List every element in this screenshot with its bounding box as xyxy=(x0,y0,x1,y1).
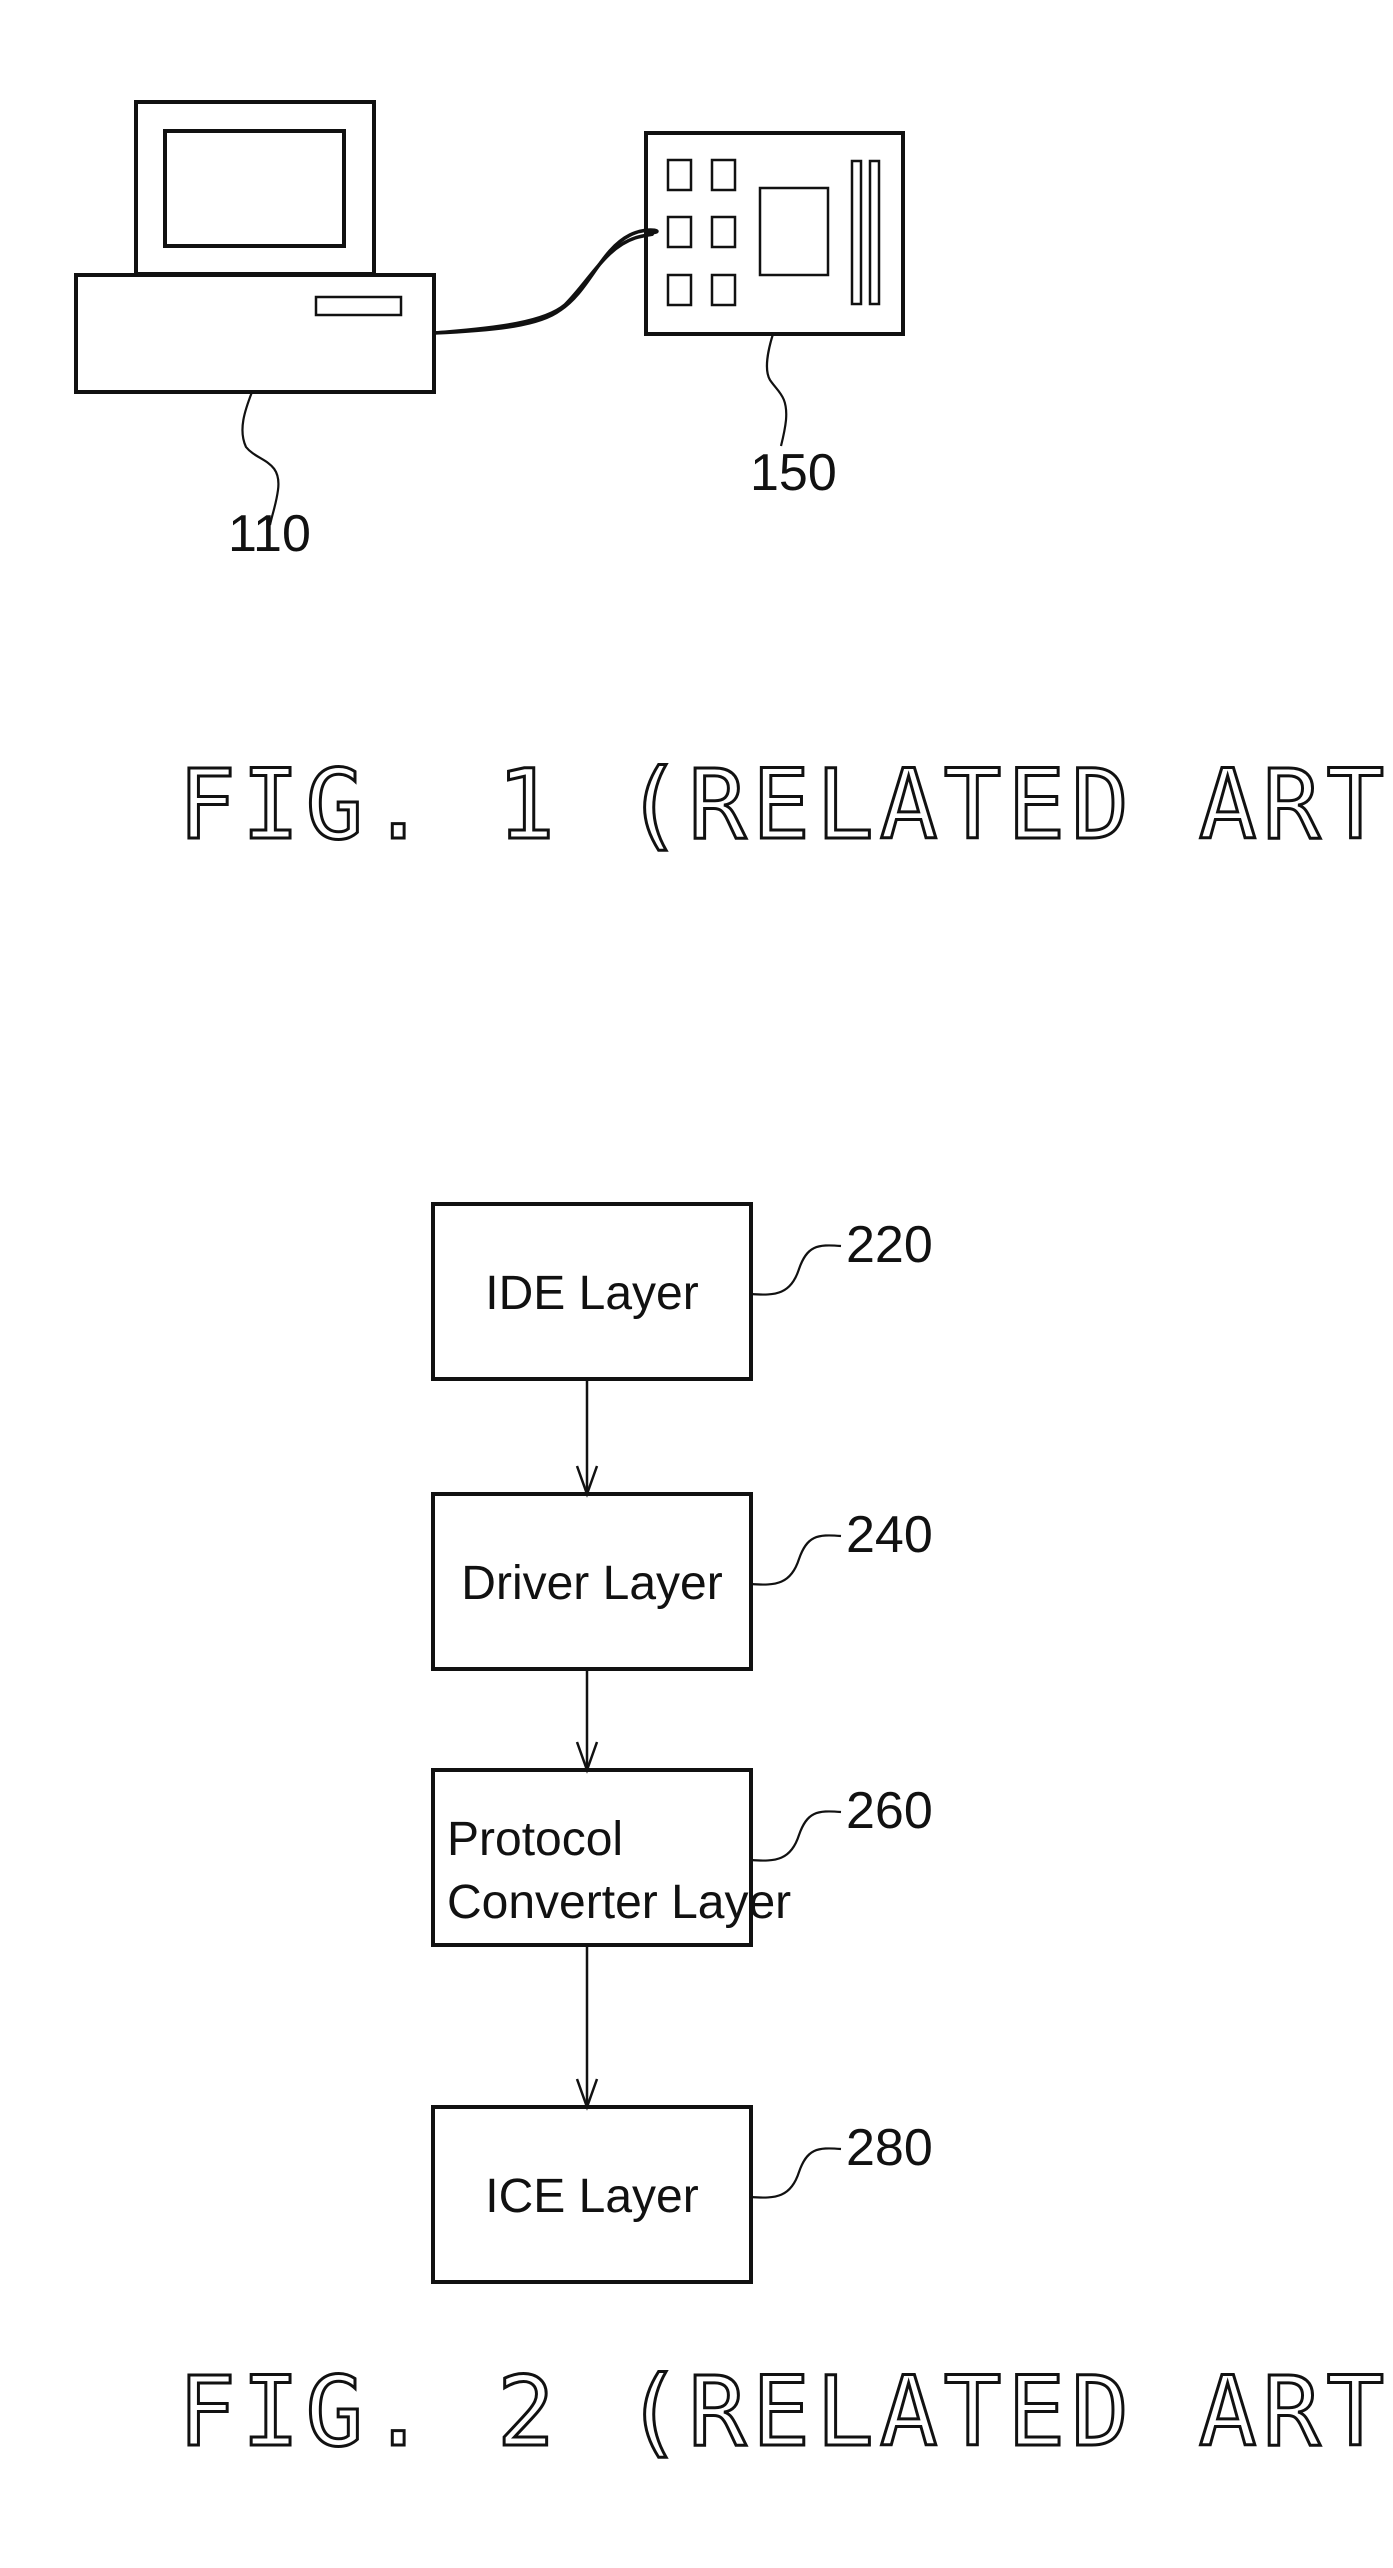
layer-label-260-line1: Protocol xyxy=(447,1813,623,1866)
ref-label-150: 150 xyxy=(750,444,837,502)
figure-1-caption: FIG. 1 (RELATED ART) xyxy=(178,749,1393,861)
computer-icon xyxy=(74,100,436,394)
figure-1: 110 150 FIG. 1 (RELATED ART) xyxy=(74,100,1393,863)
layer-label-240: Driver Layer xyxy=(461,1557,722,1610)
disk-drive-slot xyxy=(314,295,403,317)
ref-label-260: 260 xyxy=(846,1782,933,1840)
ref-label-110: 110 xyxy=(228,505,311,563)
leader-line-220 xyxy=(750,1244,842,1296)
chip-6 xyxy=(710,273,737,307)
chip-1 xyxy=(666,158,693,192)
processor-chip xyxy=(758,186,830,277)
ref-label-220: 220 xyxy=(846,1216,933,1274)
monitor-frame xyxy=(134,100,376,276)
chip-3 xyxy=(666,215,693,249)
computer-base xyxy=(74,273,436,394)
layer-label-260-line2: Converter Layer xyxy=(447,1876,791,1929)
ref-label-280: 280 xyxy=(846,2119,933,2177)
layer-label-220: IDE Layer xyxy=(485,1267,698,1320)
figure-2: IDE Layer 220 Driver Layer 240 Protocol Conve… xyxy=(431,1202,933,2284)
cable-line xyxy=(433,232,654,335)
chip-4 xyxy=(710,215,737,249)
monitor-screen xyxy=(163,129,346,248)
slot-2 xyxy=(868,159,881,306)
figure-2-caption: FIG. 2 (RELATED ART) xyxy=(178,2356,1393,2468)
leader-line-240 xyxy=(750,1534,842,1586)
board-icon xyxy=(644,131,905,336)
slot-1 xyxy=(850,159,863,306)
patent-sheet: 110 150 FIG. 1 (RELATED ART) IDE Layer 22… xyxy=(74,100,1393,2470)
leader-line-260 xyxy=(750,1810,842,1862)
chip-2 xyxy=(710,158,737,192)
leader-line-150 xyxy=(765,333,788,447)
leader-line-280 xyxy=(750,2147,842,2199)
ref-label-240: 240 xyxy=(846,1506,933,1564)
layer-label-280: ICE Layer xyxy=(485,2170,698,2223)
chip-5 xyxy=(666,273,693,307)
